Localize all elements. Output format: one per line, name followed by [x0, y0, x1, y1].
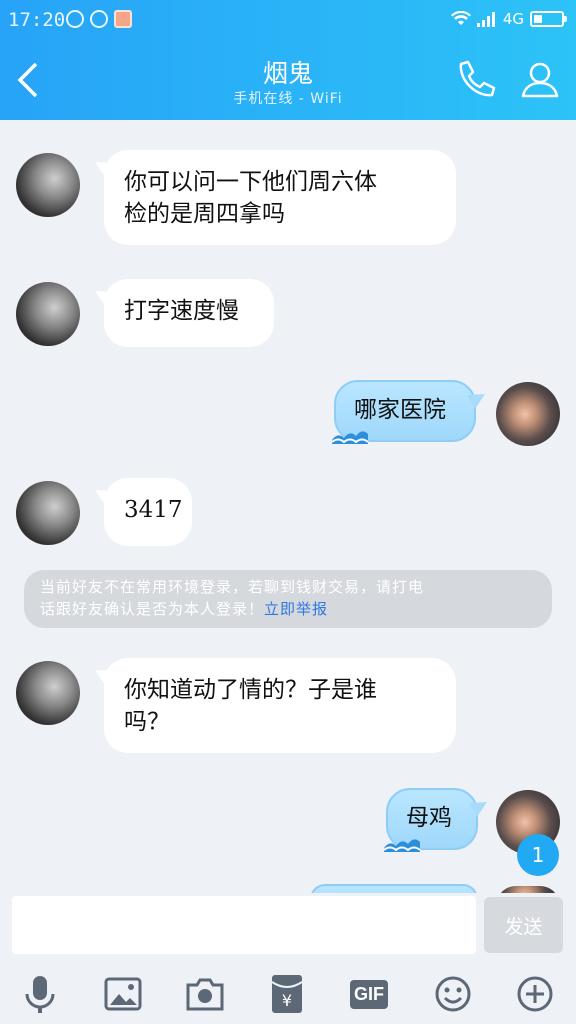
send-button[interactable]: 发送	[484, 897, 563, 953]
report-link[interactable]: 立即举报	[264, 600, 328, 618]
notification-icons	[66, 10, 132, 28]
emoji-icon[interactable]	[430, 971, 476, 1017]
svg-text:¥: ¥	[282, 991, 292, 1010]
message-bubble[interactable]: 母鸡	[384, 788, 478, 852]
notification-mail-icon	[114, 10, 132, 28]
battery-icon	[530, 11, 567, 27]
notification-app-icon	[90, 10, 108, 28]
friend-avatar[interactable]	[16, 153, 80, 217]
red-packet-icon[interactable]: ¥	[264, 971, 310, 1017]
plus-icon[interactable]	[512, 971, 558, 1017]
message-text-line: 你知道动了情的？子是谁	[124, 677, 377, 703]
notification-cloud-icon	[66, 10, 84, 28]
signal-icon	[476, 12, 495, 27]
message-bubble[interactable]: 你知道动了情的？子是谁 吗？	[104, 658, 456, 753]
message-text-line: 你可以问一下他们周六体	[124, 169, 377, 195]
message-input[interactable]	[12, 896, 476, 954]
image-icon[interactable]	[100, 971, 146, 1017]
notice-text-line: 当前好友不在常用环境登录，若聊到钱财交易，请打电	[40, 578, 425, 596]
message-text: 打字速度慢	[124, 298, 239, 324]
input-bar: 发送 ¥ GIF	[0, 893, 576, 1024]
wifi-icon	[450, 11, 471, 25]
input-toolbar: ¥ GIF	[0, 965, 576, 1021]
message-text-line: 检的是周四拿吗	[124, 201, 285, 227]
wave-icon	[332, 431, 369, 444]
profile-icon[interactable]	[518, 58, 562, 102]
security-notice: 当前好友不在常用环境登录，若聊到钱财交易，请打电 话跟好友确认是否为本人登录！立…	[24, 570, 552, 628]
status-right: 4G	[450, 10, 567, 28]
phone-call-icon[interactable]	[452, 58, 496, 102]
notice-text-line: 话跟好友确认是否为本人登录！	[40, 600, 265, 618]
message-bubble[interactable]: 打字速度慢	[104, 279, 274, 347]
unread-badge[interactable]: 1	[517, 834, 559, 876]
message-text: 母鸡	[406, 805, 452, 831]
wave-icon	[384, 839, 421, 852]
gif-icon[interactable]: GIF	[346, 971, 392, 1017]
message-bubble[interactable]: 3417	[104, 478, 192, 546]
battery-level	[534, 15, 542, 23]
message-text-line: 吗？	[124, 709, 170, 735]
chat-header: 17:20 4G 烟鬼 手机在线 - WiFi	[0, 0, 576, 120]
gif-label: GIF	[350, 979, 388, 1009]
my-avatar[interactable]	[496, 382, 560, 446]
message-bubble[interactable]: 你可以问一下他们周六体 检的是周四拿吗	[104, 150, 456, 245]
friend-avatar[interactable]	[16, 481, 80, 545]
network-type: 4G	[502, 10, 524, 28]
message-text: 3417	[124, 497, 183, 523]
status-bar: 17:20 4G	[0, 0, 576, 40]
camera-icon[interactable]	[182, 971, 228, 1017]
friend-avatar[interactable]	[16, 661, 80, 725]
message-text: 哪家医院	[354, 397, 446, 423]
message-bubble[interactable]: 哪家医院	[332, 380, 476, 444]
mic-icon[interactable]	[17, 971, 63, 1017]
status-time: 17:20	[8, 9, 66, 31]
friend-avatar[interactable]	[16, 282, 80, 346]
